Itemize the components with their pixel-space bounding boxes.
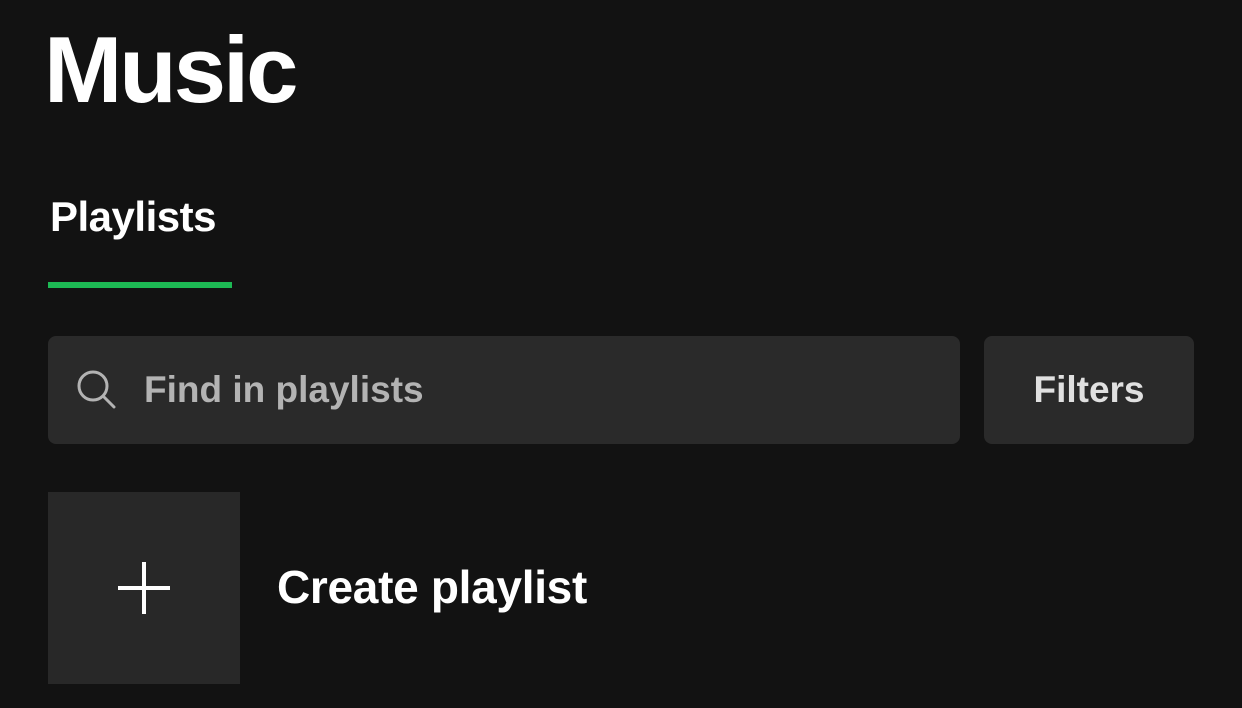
plus-icon [118, 562, 170, 614]
search-bar[interactable] [48, 336, 960, 444]
tab-playlists[interactable]: Playlists [48, 190, 232, 290]
create-playlist-tile[interactable] [48, 492, 240, 684]
create-playlist-row[interactable]: Create playlist [48, 492, 1194, 684]
filters-button[interactable]: Filters [984, 336, 1194, 444]
search-icon [77, 370, 116, 409]
active-tab-indicator [48, 282, 232, 288]
tab-label: Playlists [50, 193, 216, 240]
page-title: Music [44, 17, 298, 122]
search-input[interactable] [144, 360, 924, 420]
create-playlist-label: Create playlist [277, 561, 587, 613]
